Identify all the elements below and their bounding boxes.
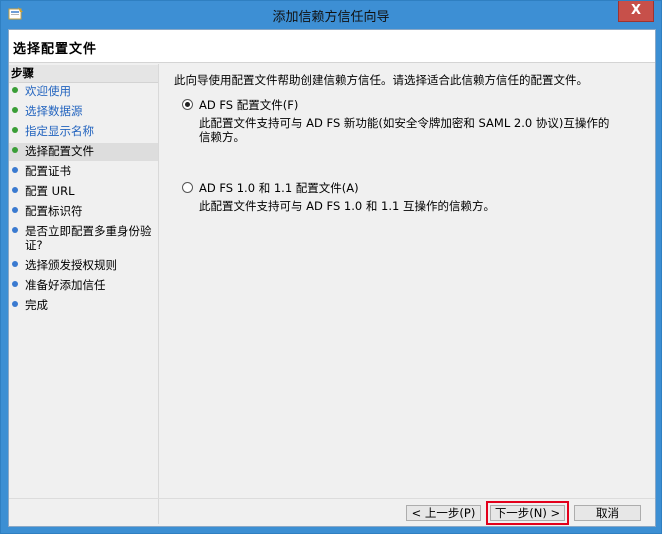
step-ready-to-add: 准备好添加信任	[9, 277, 158, 295]
content-panel: 此向导使用配置文件帮助创建信赖方信任。请选择适合此信赖方信任的配置文件。 AD …	[160, 64, 654, 484]
step-label[interactable]: 选择数据源	[25, 104, 155, 118]
completed-step-icon	[12, 107, 18, 113]
adfs-profile-label[interactable]: AD FS 配置文件(F)	[199, 97, 298, 113]
next-button[interactable]: 下一步(N) >	[486, 501, 569, 525]
cancel-button[interactable]: 取消	[574, 505, 641, 521]
step-mfa: 是否立即配置多重身份验证?	[9, 223, 158, 255]
step-label[interactable]: 指定显示名称	[25, 124, 155, 138]
step-configure-url: 配置 URL	[9, 183, 158, 201]
pending-step-icon	[12, 281, 18, 287]
step-welcome[interactable]: 欢迎使用	[9, 83, 158, 101]
step-label: 选择颁发授权规则	[25, 258, 117, 272]
window-title: 添加信赖方信任向导	[272, 10, 390, 25]
page-header: 选择配置文件	[9, 30, 655, 63]
step-label[interactable]: 欢迎使用	[25, 84, 155, 98]
step-label: 配置证书	[25, 164, 71, 178]
step-select-profile: 选择配置文件	[9, 143, 158, 161]
step-select-data-source[interactable]: 选择数据源	[9, 103, 158, 121]
page-title: 选择配置文件	[13, 42, 98, 57]
close-button[interactable]: X	[618, 1, 654, 22]
pending-step-icon	[12, 261, 18, 267]
wizard-body: 选择配置文件 步骤 欢迎使用 选择数据源 指定显示名称 选择配置文件 配置证书 …	[8, 29, 656, 527]
step-label: 是否立即配置多重身份验证?	[25, 224, 152, 252]
intro-text: 此向导使用配置文件帮助创建信赖方信任。请选择适合此信赖方信任的配置文件。	[174, 73, 588, 87]
wizard-window: 添加信赖方信任向导 X 选择配置文件 步骤 欢迎使用 选择数据源 指定显示名称 …	[0, 0, 662, 534]
step-label: 准备好添加信任	[25, 278, 106, 292]
step-label: 完成	[25, 298, 48, 312]
step-configure-certificate: 配置证书	[9, 163, 158, 181]
adfs-profile-radio[interactable]	[182, 99, 193, 110]
step-finish: 完成	[9, 297, 158, 315]
pending-step-icon	[12, 227, 18, 233]
adfs-1x-profile-label[interactable]: AD FS 1.0 和 1.1 配置文件(A)	[199, 180, 359, 196]
adfs-1x-profile-radio[interactable]	[182, 182, 193, 193]
adfs-profile-description: 此配置文件支持可与 AD FS 新功能(如安全令牌加密和 SAML 2.0 协议…	[199, 116, 610, 144]
step-display-name[interactable]: 指定显示名称	[9, 123, 158, 141]
step-label: 选择配置文件	[25, 144, 94, 158]
steps-panel: 步骤 欢迎使用 选择数据源 指定显示名称 选择配置文件 配置证书 配置 URL …	[9, 64, 159, 524]
completed-step-icon	[12, 127, 18, 133]
step-issuance-rules: 选择颁发授权规则	[9, 257, 158, 275]
button-bar: < 上一步(P) 下一步(N) > 取消	[9, 498, 655, 527]
previous-button[interactable]: < 上一步(P)	[406, 505, 481, 521]
adfs-1x-profile-description: 此配置文件支持可与 AD FS 1.0 和 1.1 互操作的信赖方。	[199, 199, 495, 213]
pending-step-icon	[12, 207, 18, 213]
steps-heading: 步骤	[9, 65, 158, 83]
title-bar[interactable]: 添加信赖方信任向导 X	[1, 1, 661, 29]
pending-step-icon	[12, 187, 18, 193]
current-step-icon	[12, 147, 18, 153]
step-label: 配置标识符	[25, 204, 83, 218]
step-configure-identifier: 配置标识符	[9, 203, 158, 221]
pending-step-icon	[12, 301, 18, 307]
completed-step-icon	[12, 87, 18, 93]
pending-step-icon	[12, 167, 18, 173]
step-label: 配置 URL	[25, 184, 75, 198]
